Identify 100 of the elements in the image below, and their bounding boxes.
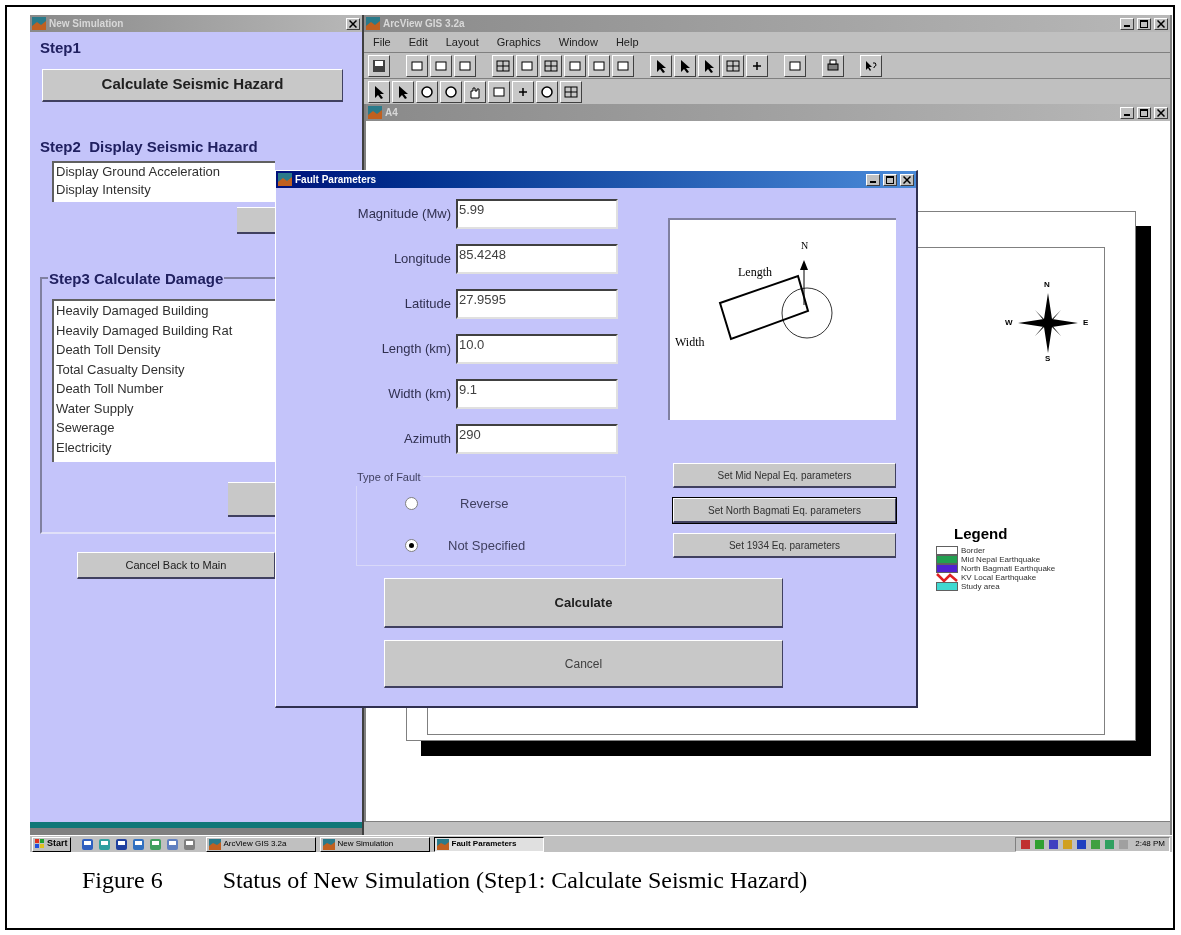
menu-item[interactable]: Window (557, 33, 599, 51)
taskbar-button[interactable]: Fault Parameters (433, 836, 544, 852)
preset-button[interactable]: Set North Bagmati Eq. parameters (673, 498, 896, 523)
menu-item[interactable]: Edit (407, 33, 429, 51)
toolbar-button[interactable] (406, 54, 428, 77)
grid-icon (725, 57, 741, 74)
close-icon (1157, 108, 1165, 117)
list-item[interactable]: Total Casualty Density (56, 359, 277, 379)
toolbar-button[interactable] (560, 80, 582, 103)
input-field[interactable]: 9.1 (456, 379, 618, 409)
close-button[interactable] (900, 173, 914, 186)
minimize-button[interactable] (866, 173, 880, 186)
cancel-button[interactable]: Cancel Back to Main (77, 552, 275, 579)
clock: 2:48 PM (1135, 838, 1165, 850)
toolbar-button[interactable] (536, 80, 558, 103)
toolbar-button[interactable] (392, 80, 414, 103)
window-icon (366, 17, 380, 30)
toolbar-button[interactable] (488, 80, 510, 103)
toolbar-button[interactable] (860, 54, 882, 77)
list-item[interactable]: Heavily Damaged Building (56, 301, 277, 321)
list-item[interactable]: Heavily Damaged Building Rat (56, 320, 277, 340)
quick-launch-button[interactable] (165, 837, 179, 851)
radio-button[interactable] (405, 497, 418, 511)
listbox[interactable]: Display Ground Acceleration Display Intensity (52, 161, 275, 202)
toolbar-button[interactable] (440, 80, 462, 103)
listbox[interactable]: Heavily Damaged Building Heavily Damaged Building Rat Death Toll Density Total Casualty Density Death Toll Number Water Supply Sewerage Electricity (52, 299, 277, 462)
toolbar-button[interactable] (822, 54, 844, 77)
menu-item[interactable]: File (372, 33, 392, 51)
quick-launch-button[interactable] (114, 837, 128, 851)
taskbar-button[interactable]: New Simulation (319, 836, 430, 852)
window-icon (322, 838, 335, 850)
input-field[interactable]: 27.9595 (456, 289, 618, 319)
window-icon (278, 173, 292, 186)
legend-label: KV Local Earthquake (961, 572, 1037, 582)
close-button[interactable] (1154, 106, 1168, 119)
input-field[interactable]: 10.0 (456, 334, 618, 364)
list-item[interactable]: Death Toll Density (56, 340, 277, 360)
minimize-button[interactable] (1120, 17, 1134, 30)
toolbar-button[interactable] (464, 80, 486, 103)
minimize-button[interactable] (1120, 106, 1134, 119)
list-item[interactable]: Sewerage (56, 418, 277, 438)
quick-launch-button[interactable] (131, 837, 145, 851)
toolbar-button[interactable] (492, 54, 514, 77)
quick-launch-button[interactable] (80, 837, 94, 851)
toolbar-button[interactable] (612, 54, 634, 77)
list-item[interactable]: Electricity (56, 437, 277, 457)
radio-label: Reverse (460, 495, 509, 513)
toolbar-button[interactable] (512, 80, 534, 103)
preset-button[interactable]: Set 1934 Eq. parameters (673, 533, 896, 558)
menu-item[interactable]: Graphics (495, 33, 542, 51)
maximize-icon (1140, 19, 1148, 28)
toolbar-button[interactable] (430, 54, 452, 77)
taskbar-button[interactable]: ArcView GIS 3.2a (205, 836, 316, 852)
input-field[interactable]: 85.4248 (456, 244, 618, 274)
maximize-button[interactable] (1137, 106, 1151, 119)
toolbar-button[interactable] (722, 54, 744, 77)
toolbar-button[interactable] (746, 54, 768, 77)
button[interactable] (228, 482, 277, 517)
list-item[interactable]: Display Intensity (56, 181, 275, 199)
toolbar-button[interactable] (368, 80, 390, 103)
toolbar-button[interactable] (698, 54, 720, 77)
radio-button[interactable] (405, 538, 418, 552)
maximize-button[interactable] (883, 173, 897, 186)
windows-flag-icon (35, 839, 45, 849)
list-item[interactable]: Display Ground Acceleration (56, 163, 275, 181)
field-label: Magnitude (Mw) (356, 205, 452, 224)
toolbar-button[interactable] (516, 54, 538, 77)
list-item[interactable]: Death Toll Number (56, 379, 277, 399)
menu-item[interactable]: Help (614, 33, 640, 51)
input-field[interactable]: 290 (456, 424, 618, 454)
calculate-button[interactable]: Calculate (384, 578, 783, 628)
close-button[interactable] (1154, 17, 1168, 30)
toolbar-button[interactable] (454, 54, 476, 77)
maximize-button[interactable] (1137, 17, 1151, 30)
window-title: ArcView GIS 3.2a (383, 17, 465, 31)
maximize-icon (886, 175, 894, 184)
tray-icon (1076, 838, 1088, 850)
quick-launch-button[interactable] (182, 837, 196, 851)
step-heading: Step1 (40, 38, 82, 58)
preset-button[interactable]: Set Mid Nepal Eq. parameters (673, 463, 896, 488)
toolbar-button[interactable] (784, 54, 806, 77)
field-label: Length (km) (380, 340, 452, 359)
toolbar-button[interactable] (368, 54, 390, 77)
toolbar-button[interactable] (588, 54, 610, 77)
input-field[interactable]: 5.99 (456, 199, 618, 229)
window-icon (436, 838, 449, 850)
toolbar-button[interactable] (540, 54, 562, 77)
toolbar-button[interactable] (674, 54, 696, 77)
button[interactable] (237, 207, 275, 234)
tray-icon (1020, 838, 1032, 850)
toolbar-button[interactable] (416, 80, 438, 103)
field-label: Longitude (392, 250, 452, 269)
toolbar-button[interactable] (564, 54, 586, 77)
list-item[interactable]: Water Supply (56, 398, 277, 418)
cancel-button[interactable]: Cancel (384, 640, 783, 688)
toolbar-button[interactable] (650, 54, 672, 77)
start-button[interactable]: Start (32, 836, 71, 852)
close-button[interactable] (346, 17, 360, 30)
menu-item[interactable]: Layout (444, 33, 480, 51)
calculate-hazard-button[interactable]: Calculate Seismic Hazard (42, 68, 343, 102)
